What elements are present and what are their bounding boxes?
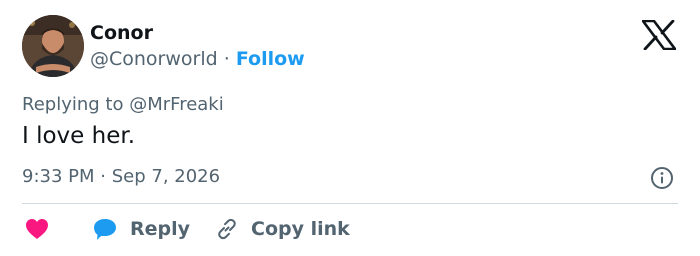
date-separator: · xyxy=(100,166,106,187)
replying-to-mention[interactable]: @MrFreaki xyxy=(129,94,224,115)
info-icon[interactable] xyxy=(650,166,674,190)
heart-icon xyxy=(26,219,48,239)
x-logo-icon[interactable] xyxy=(642,20,676,50)
replying-prefix: Replying to xyxy=(22,94,124,115)
tweet-text: I love her. xyxy=(22,123,136,149)
tweet-timestamp[interactable]: 9:33 PM · Sep 7, 2026 xyxy=(22,166,220,187)
copy-link-button[interactable]: Copy link xyxy=(215,215,350,243)
author-handle-row: @Conorworld · Follow xyxy=(90,48,305,70)
link-icon xyxy=(218,218,236,240)
tweet-time: 9:33 PM xyxy=(22,166,95,187)
copy-link-label: Copy link xyxy=(251,218,350,240)
author-name[interactable]: Conor xyxy=(90,22,153,44)
reply-label: Reply xyxy=(130,218,191,240)
tweet-date: Sep 7, 2026 xyxy=(111,166,221,187)
author-handle[interactable]: @Conorworld xyxy=(90,48,218,70)
reply-button[interactable]: Reply xyxy=(92,215,190,243)
replying-to: Replying to @MrFreaki xyxy=(22,94,224,115)
handle-separator: · xyxy=(223,48,230,70)
follow-button[interactable]: Follow xyxy=(236,48,305,70)
like-button[interactable] xyxy=(25,215,49,243)
tweet-card: Conor @Conorworld · Follow Replying to @… xyxy=(0,0,700,256)
avatar[interactable] xyxy=(22,15,84,77)
speech-bubble-icon xyxy=(94,219,116,240)
divider xyxy=(22,203,678,204)
avatar-photo xyxy=(22,15,84,77)
